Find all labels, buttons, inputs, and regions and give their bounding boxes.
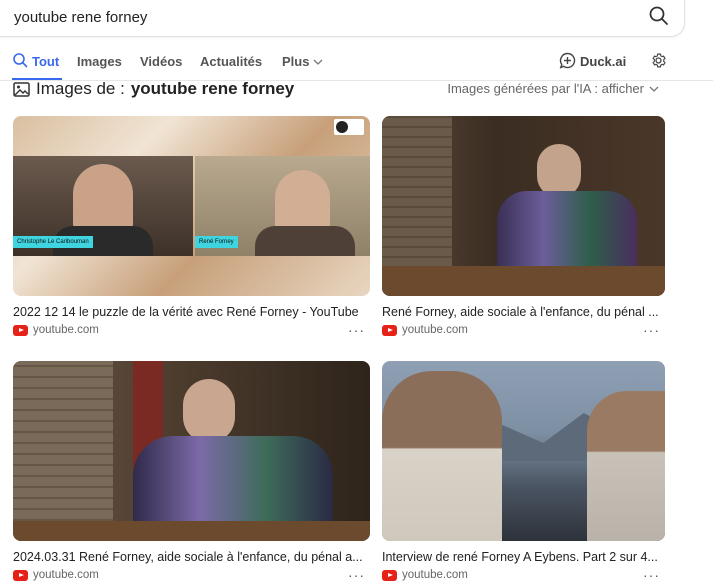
- result-source[interactable]: youtube.com: [382, 324, 468, 336]
- person-head: [183, 379, 235, 443]
- image-thumbnail[interactable]: [382, 361, 665, 541]
- caption-tag-left: Christophe Le Caribouman: [13, 236, 93, 248]
- tab-videos[interactable]: Vidéos: [140, 52, 182, 80]
- result-source-row: youtube.com ···: [13, 323, 370, 337]
- result-caption[interactable]: 2022 12 14 le puzzle de la vérité avec R…: [13, 305, 370, 319]
- person-right: [587, 391, 665, 541]
- result-source-domain: youtube.com: [33, 569, 99, 581]
- youtube-icon: [13, 569, 28, 581]
- chevron-down-icon: [314, 59, 323, 65]
- search-icon: [13, 53, 28, 68]
- result-source[interactable]: youtube.com: [13, 324, 99, 336]
- more-options-icon[interactable]: ···: [643, 568, 665, 582]
- more-options-icon[interactable]: ···: [348, 568, 370, 582]
- image-result: Interview de rené Forney A Eybens. Part …: [382, 361, 665, 582]
- search-bar: [0, 0, 685, 37]
- wall-texture: [13, 361, 113, 541]
- person-body: [255, 226, 355, 256]
- tab-all[interactable]: Tout: [12, 52, 62, 80]
- image-thumbnail[interactable]: [13, 361, 370, 541]
- duckai-button[interactable]: Duck.ai: [559, 52, 626, 80]
- video-frame-left: Christophe Le Caribouman: [13, 156, 193, 256]
- result-source-domain: youtube.com: [402, 569, 468, 581]
- image-icon: [13, 81, 30, 97]
- youtube-icon: [382, 569, 397, 581]
- tab-images-label: Images: [77, 54, 122, 69]
- table: [13, 521, 370, 541]
- image-result: René Forney, aide sociale à l'enfance, d…: [382, 116, 665, 337]
- result-source-row: youtube.com ···: [382, 323, 665, 337]
- tab-images[interactable]: Images: [77, 52, 122, 80]
- tab-more[interactable]: Plus: [282, 52, 323, 80]
- youtube-icon: [382, 324, 397, 336]
- result-caption[interactable]: 2024.03.31 René Forney, aide sociale à l…: [13, 550, 370, 564]
- nav-tabs: Tout Images Vidéos Actualités Plus Duck.…: [0, 46, 713, 81]
- table: [382, 266, 665, 296]
- section-title-prefix: Images de :: [36, 79, 125, 98]
- tab-more-label: Plus: [282, 54, 310, 69]
- settings-button[interactable]: [650, 52, 667, 80]
- gear-icon: [652, 53, 666, 68]
- person-head: [537, 144, 581, 198]
- result-source-row: youtube.com ···: [13, 568, 370, 582]
- search-icon[interactable]: [647, 4, 671, 28]
- video-frame-right: René Forney: [195, 156, 370, 256]
- result-caption[interactable]: René Forney, aide sociale à l'enfance, d…: [382, 305, 665, 319]
- result-source[interactable]: youtube.com: [382, 569, 468, 581]
- channel-logo: [334, 119, 364, 135]
- person-left: [382, 371, 502, 541]
- caption-tag-right: René Forney: [195, 236, 238, 248]
- result-source-domain: youtube.com: [33, 324, 99, 336]
- tab-news[interactable]: Actualités: [200, 52, 262, 80]
- result-source-row: youtube.com ···: [382, 568, 665, 582]
- ai-images-toggle[interactable]: Images générées par l'IA : afficher: [447, 81, 659, 96]
- image-thumbnail[interactable]: [382, 116, 665, 296]
- result-source-domain: youtube.com: [402, 324, 468, 336]
- person-figure: [73, 164, 133, 234]
- youtube-icon: [13, 324, 28, 336]
- more-options-icon[interactable]: ···: [348, 323, 370, 337]
- more-options-icon[interactable]: ···: [643, 323, 665, 337]
- duckai-chat-icon: [559, 52, 576, 69]
- section-title: Images de : youtube rene forney: [13, 79, 294, 99]
- search-input[interactable]: [14, 6, 614, 28]
- tab-news-label: Actualités: [200, 54, 263, 69]
- section-title-query: youtube rene forney: [130, 79, 295, 98]
- result-caption[interactable]: Interview de rené Forney A Eybens. Part …: [382, 550, 665, 564]
- ai-images-toggle-label: Images générées par l'IA : afficher: [447, 81, 644, 96]
- result-source[interactable]: youtube.com: [13, 569, 99, 581]
- chevron-down-icon: [649, 86, 659, 92]
- duckai-label: Duck.ai: [580, 54, 627, 69]
- tab-all-label: Tout: [32, 54, 60, 69]
- image-result: 2024.03.31 René Forney, aide sociale à l…: [13, 361, 370, 582]
- tab-videos-label: Vidéos: [140, 54, 183, 69]
- image-thumbnail[interactable]: Christophe Le Caribouman René Forney: [13, 116, 370, 296]
- image-result: Christophe Le Caribouman René Forney 202…: [13, 116, 370, 337]
